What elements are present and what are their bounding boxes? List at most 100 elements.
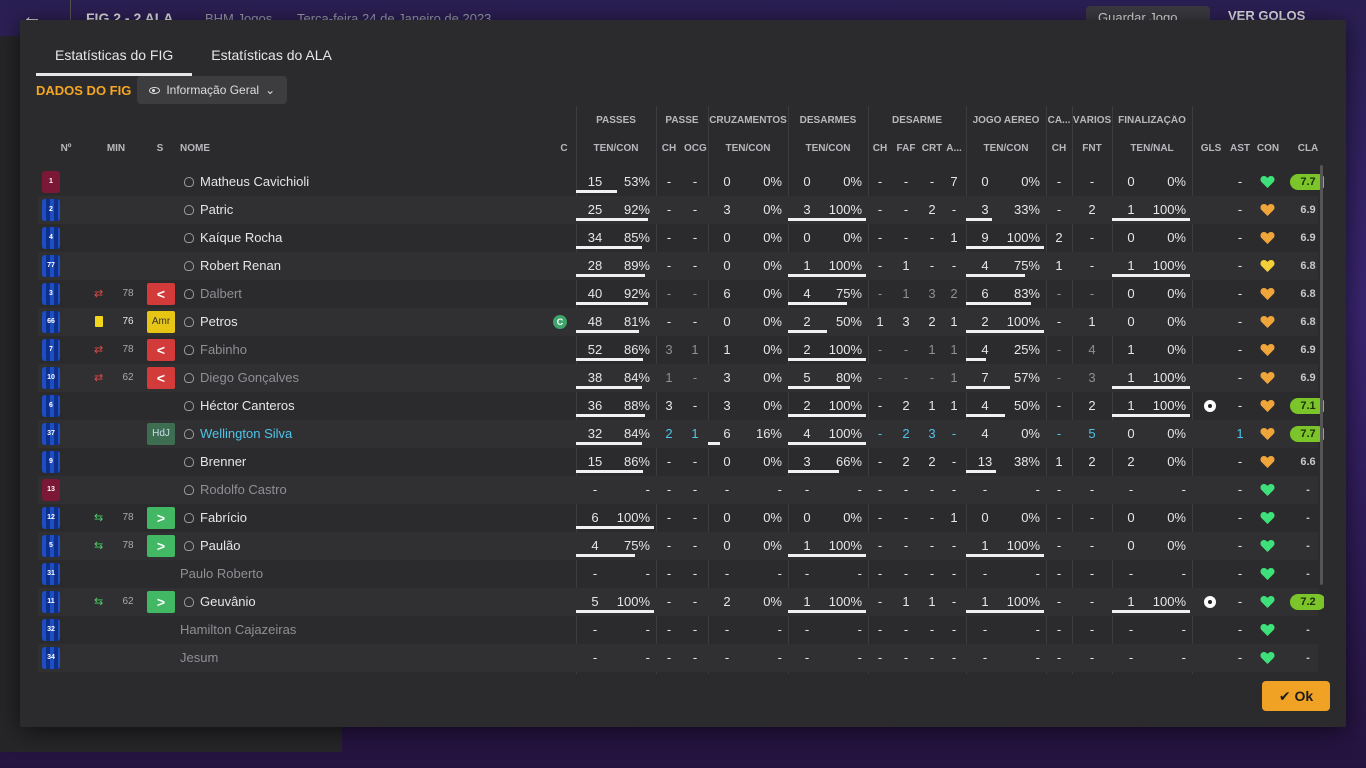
table-row[interactable]: 6 Héctor Canteros 36 88% 3-3 0% 2 100% -2 1 1 4 50% -… xyxy=(38,392,1324,420)
player-name[interactable]: Kaíque Rocha xyxy=(200,224,500,252)
player-name[interactable]: Matheus Cavichioli xyxy=(200,168,500,196)
stat-passes-bar xyxy=(576,414,645,417)
table-row[interactable]: 11 ⇆ 62 > Geuvânio 5 100% - -2 0% 1 100% -1 1-1 100% - -… xyxy=(38,588,1324,616)
table-row[interactable]: 34 Jesum - - - - - - - - - - - - - - - - - - - - xyxy=(38,644,1318,672)
player-name[interactable]: Fabinho xyxy=(200,336,500,364)
stat-crosses-count: 0 xyxy=(723,230,731,245)
stat-aerial-bar xyxy=(966,218,992,221)
table-row[interactable]: 4 Kaíque Rocha 34 85% - -0 0% 0 0% - - -1 9 100% 2-0 0%… xyxy=(38,224,1318,252)
table-row[interactable]: 1 Matheus Cavichioli 15 53% - -0 0% 0 0% - - -7 0 0% -… xyxy=(38,168,1324,196)
player-profile-icon[interactable] xyxy=(184,513,194,523)
column-header-c[interactable]: C xyxy=(556,143,572,154)
player-name[interactable]: Paulo Roberto xyxy=(180,560,480,588)
column-header-s[interactable]: S xyxy=(150,143,170,154)
column-header-des-ch[interactable]: CH xyxy=(870,143,890,154)
table-row[interactable]: 3 ⇄ 78 < Dalbert 40 92% - -6 0% 4 75% -1 3 2 6 83% - -0 0% -… xyxy=(38,280,1318,308)
stat-crosses-pct: 0% xyxy=(763,174,782,189)
column-header-ast[interactable]: AST xyxy=(1230,143,1250,154)
table-row[interactable]: 5 ⇆ 78 > Paulão 4 75% - -0 0% 1 100% - - - -1 100% - -0 0% -… xyxy=(38,532,1318,560)
player-profile-icon[interactable] xyxy=(184,597,194,607)
player-name[interactable]: Robert Renan xyxy=(200,252,500,280)
player-name[interactable]: Rodolfo Castro xyxy=(200,476,500,504)
stat-tackles-bar xyxy=(788,470,839,473)
player-name[interactable]: Brenner xyxy=(200,448,500,476)
player-profile-icon[interactable] xyxy=(184,429,194,439)
column-header-con[interactable]: CON xyxy=(1254,143,1282,154)
column-header-ca-ch[interactable]: CH xyxy=(1048,143,1070,154)
table-row[interactable]: 37 HdJ Wellington Silva 32 84% 2 1 6 16% 4 100% -2 3… xyxy=(38,420,1324,448)
table-row[interactable]: 13 Rodolfo Castro - - - - - - - - - - - - - - - - - - - - xyxy=(38,476,1318,504)
player-name[interactable]: Patric xyxy=(200,196,500,224)
column-header-var-fnt[interactable]: FNT xyxy=(1076,143,1108,154)
column-header-passe-ocg[interactable]: OCG xyxy=(684,143,707,154)
column-header-name[interactable]: NOME xyxy=(180,143,300,154)
player-name[interactable]: Dalbert xyxy=(200,280,500,308)
player-profile-icon[interactable] xyxy=(184,485,194,495)
player-name[interactable]: Fabrício xyxy=(200,504,500,532)
view-dropdown[interactable]: Informação Geral ⌄ xyxy=(137,76,288,104)
stat-pass-ch: - xyxy=(666,566,672,581)
column-header-fin[interactable]: TEN/NAL xyxy=(1112,143,1192,154)
substitution-out-icon: ⇄ xyxy=(94,344,104,356)
column-header-cruz[interactable]: TEN/CON xyxy=(708,143,788,154)
table-row[interactable]: 66 76 Amr Petros C 48 81% - -0 0% 2 50% 1 3 2 1 2 100% -1 0… xyxy=(38,308,1318,336)
column-header-desarmes[interactable]: TEN/CON xyxy=(788,143,868,154)
player-name[interactable]: Hamilton Cajazeiras xyxy=(180,616,480,644)
column-header-gls[interactable]: GLS xyxy=(1198,143,1224,154)
player-profile-icon[interactable] xyxy=(184,317,194,327)
stat-misc-fnt: - xyxy=(1089,286,1095,301)
table-row[interactable]: 2 Patric 25 92% - -3 0% 3 100% - -2-3 33% -2 1 100% -6.… xyxy=(38,196,1318,224)
stat-pass-ch: - xyxy=(666,510,672,525)
stat-aerial-bar xyxy=(966,246,1044,249)
shirt-number-icon: 77 xyxy=(42,255,60,277)
table-row[interactable]: 7 ⇄ 78 < Fabinho 52 86% 3 1 1 0% 2 100% - -1 1 4 25% -4 1 0%… xyxy=(38,336,1318,364)
stat-aerial-count: - xyxy=(982,566,988,581)
player-profile-icon[interactable] xyxy=(184,289,194,299)
player-profile-icon[interactable] xyxy=(184,345,194,355)
player-profile-icon[interactable] xyxy=(184,401,194,411)
player-name[interactable]: Geuvânio xyxy=(200,588,500,616)
column-header-passes[interactable]: TEN/CON xyxy=(576,143,656,154)
stat-misc-fnt: - xyxy=(1089,230,1095,245)
player-name[interactable]: Wellington Silva xyxy=(200,420,500,448)
table-row[interactable]: 9 Brenner 15 86% - -0 0% 3 66% -2 2-13 38% 1 2 2 0% -6.6 xyxy=(38,448,1318,476)
condition-heart-icon xyxy=(1260,315,1275,329)
player-profile-icon[interactable] xyxy=(184,261,194,271)
player-profile-icon[interactable] xyxy=(184,233,194,243)
column-header-cla[interactable]: CLA xyxy=(1290,143,1324,154)
column-header-des-a[interactable]: A... xyxy=(944,143,964,154)
player-name[interactable]: Jesum xyxy=(180,644,480,672)
player-profile-icon[interactable] xyxy=(184,177,194,187)
ok-button[interactable]: ✔ Ok xyxy=(1262,681,1330,711)
player-name[interactable]: Petros xyxy=(200,308,500,336)
stat-passes-pct: 53% xyxy=(623,174,650,189)
player-name[interactable]: Héctor Canteros xyxy=(200,392,500,420)
table-row[interactable]: 12 ⇆ 78 > Fabrício 6 100% - -0 0% 0 0% - - -1 0 0% - -0 0% -… xyxy=(38,504,1318,532)
player-name[interactable]: Paulão xyxy=(200,532,500,560)
stat-passes-bar xyxy=(576,526,654,529)
stat-tackle-a: - xyxy=(951,622,957,637)
stat-ca-ch: - xyxy=(1056,174,1062,189)
table-row[interactable]: 77 Robert Renan 28 89% - -0 0% 1 100% -1- -4 75% 1-1… xyxy=(38,252,1318,280)
stat-passes-bar xyxy=(576,358,643,361)
stat-tackle-faf: - xyxy=(903,650,909,665)
table-row[interactable]: 10 ⇄ 62 < Diego Gonçalves 38 84% 1-3 0% 5 80% - - -1 7… xyxy=(38,364,1318,392)
column-header-min[interactable]: MIN xyxy=(102,143,130,154)
player-rating: - xyxy=(1306,484,1310,496)
stat-pass-ch: - xyxy=(666,454,672,469)
player-profile-icon[interactable] xyxy=(184,457,194,467)
tab-home-stats[interactable]: Estatísticas do FIG xyxy=(36,36,193,76)
column-header-des-faf[interactable]: FAF xyxy=(894,143,918,154)
tab-away-stats[interactable]: Estatísticas do ALA xyxy=(192,36,351,76)
table-row[interactable]: 32 Hamilton Cajazeiras - - - - - - - - - - - - - - - - - - -… xyxy=(38,616,1318,644)
column-header-num[interactable]: Nº xyxy=(56,143,76,154)
player-profile-icon[interactable] xyxy=(184,205,194,215)
column-header-des-crt[interactable]: CRT xyxy=(920,143,944,154)
column-header-passe-ch[interactable]: CH xyxy=(660,143,678,154)
column-header-aereo[interactable]: TEN/CON xyxy=(966,143,1046,154)
player-name[interactable]: Diego Gonçalves xyxy=(200,364,500,392)
table-scrollbar[interactable] xyxy=(1320,165,1323,585)
player-profile-icon[interactable] xyxy=(184,373,194,383)
table-row[interactable]: 31 Paulo Roberto - - - - - - - - - - - - - - - - - - - - xyxy=(38,560,1318,588)
player-profile-icon[interactable] xyxy=(184,541,194,551)
